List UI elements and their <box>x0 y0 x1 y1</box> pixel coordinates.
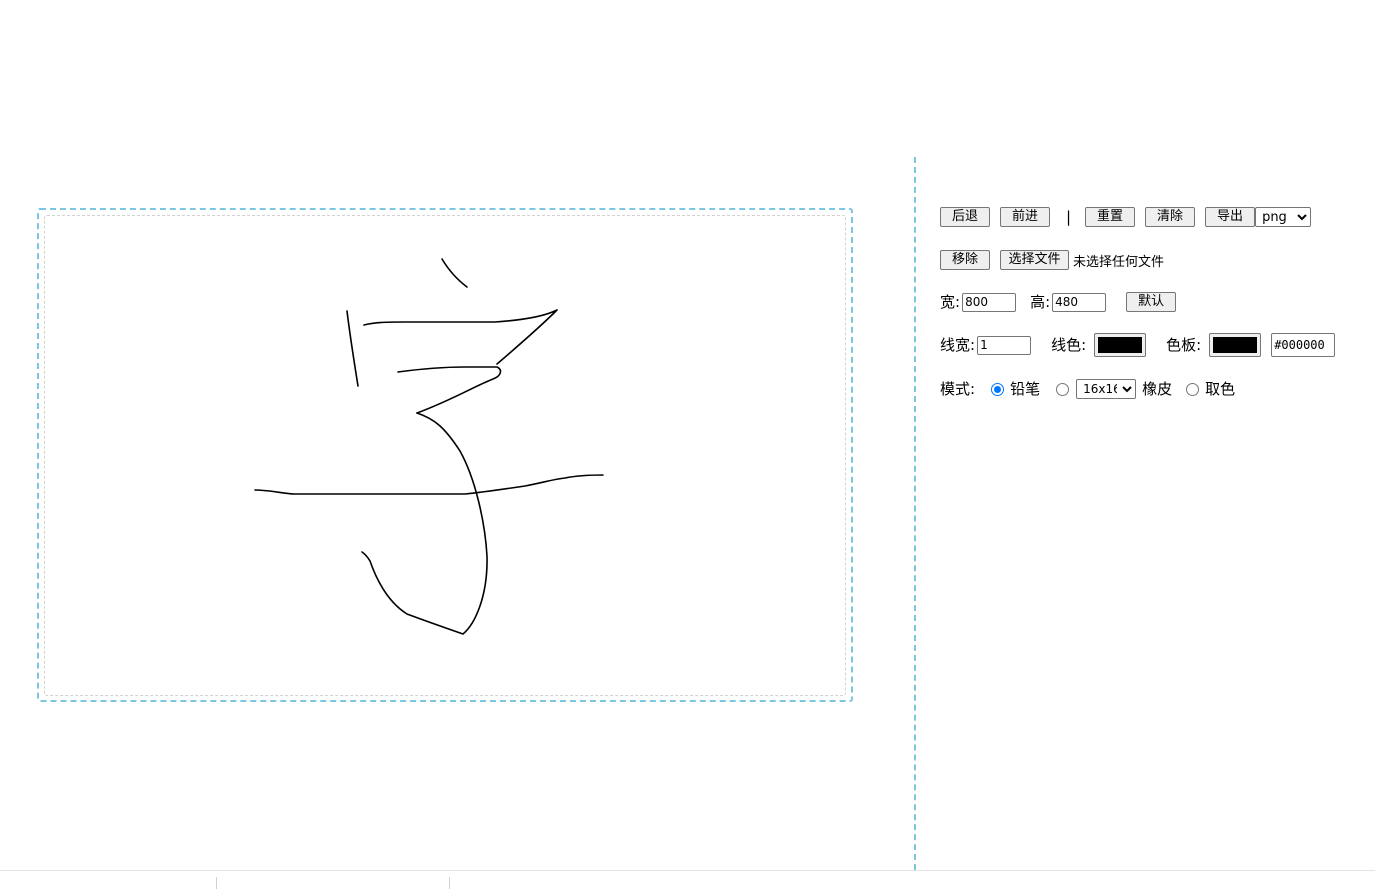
mode-label: 模式: <box>940 380 976 398</box>
canvas-strokes <box>254 258 604 635</box>
bottom-bar <box>0 870 1375 889</box>
history-export-row: 后退 前进 | 重置 清除 导出 png <box>940 207 1312 227</box>
drawing-app: 后退 前进 | 重置 清除 导出 png 移除 选择文件 未选择任何文件 宽: … <box>0 0 1375 889</box>
remove-file-button[interactable]: 移除 <box>940 250 990 270</box>
stroke-top-hook <box>363 309 558 365</box>
file-status-text: 未选择任何文件 <box>1073 254 1165 270</box>
toolbar-separator: | <box>1066 208 1072 226</box>
line-color-picker[interactable] <box>1094 333 1147 357</box>
stroke-horizontal <box>254 474 604 495</box>
eraser-size-select[interactable]: 16x16 <box>1076 379 1137 399</box>
bottom-divider <box>216 877 217 889</box>
file-row: 移除 选择文件 未选择任何文件 <box>940 250 1164 270</box>
height-label: 高: <box>1030 293 1051 311</box>
bottom-divider <box>449 877 450 889</box>
hex-color-input[interactable] <box>1271 333 1336 357</box>
panel-divider <box>914 157 916 870</box>
palette-color-swatch <box>1213 337 1258 353</box>
stroke-row: 线宽: 线色: 色板: <box>940 333 1336 357</box>
choose-file-button[interactable]: 选择文件 <box>1000 250 1069 270</box>
reset-button[interactable]: 重置 <box>1085 207 1136 227</box>
mode-row: 模式: 铅笔 16x16 橡皮 取色 <box>940 379 1235 399</box>
default-size-button[interactable]: 默认 <box>1126 292 1177 312</box>
eraser-label: 橡皮 <box>1142 380 1173 398</box>
redo-button[interactable]: 前进 <box>1000 207 1050 227</box>
line-width-input[interactable] <box>977 335 1032 355</box>
palette-color-picker[interactable] <box>1209 333 1262 357</box>
export-format-select[interactable]: png <box>1255 207 1312 227</box>
export-button[interactable]: 导出 <box>1205 207 1256 227</box>
height-input[interactable] <box>1052 292 1107 312</box>
line-color-label: 线色: <box>1051 336 1087 354</box>
width-input[interactable] <box>962 292 1017 312</box>
color-picker-radio[interactable] <box>1186 382 1200 396</box>
eraser-radio[interactable] <box>1056 382 1070 396</box>
size-row: 宽: 高: 默认 <box>940 292 1177 312</box>
stroke-middle <box>397 366 502 414</box>
stroke-left-vertical <box>346 310 359 387</box>
canvas-frame <box>37 208 853 702</box>
clear-button[interactable]: 清除 <box>1145 207 1196 227</box>
pencil-radio[interactable] <box>991 382 1005 396</box>
line-color-swatch <box>1098 337 1143 353</box>
width-label: 宽: <box>940 293 961 311</box>
stroke-dot <box>441 258 468 288</box>
stroke-hook-curve <box>361 412 488 635</box>
drawing-canvas[interactable] <box>44 215 846 696</box>
pencil-label: 铅笔 <box>1010 380 1041 398</box>
line-width-label: 线宽: <box>940 336 976 354</box>
undo-button[interactable]: 后退 <box>940 207 990 227</box>
color-picker-label: 取色 <box>1205 380 1236 398</box>
palette-label: 色板: <box>1166 336 1202 354</box>
